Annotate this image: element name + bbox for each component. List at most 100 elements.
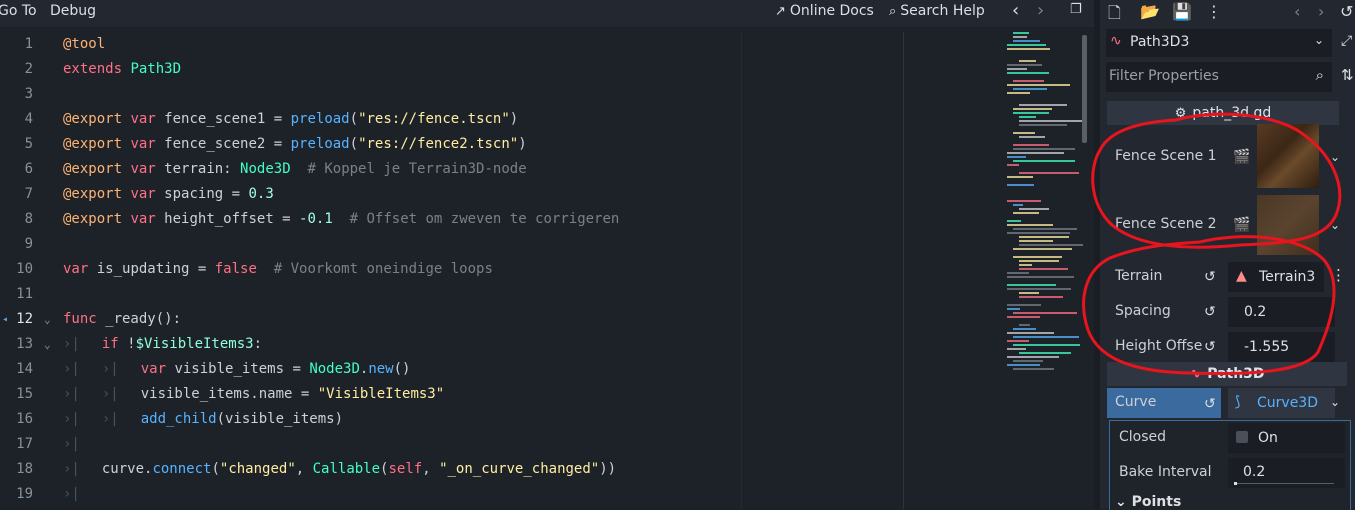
sort-icon[interactable]: ⇅ [1341, 66, 1354, 84]
spacing-input[interactable]: 0.2 [1228, 297, 1335, 327]
line-number[interactable]: 6 [0, 157, 33, 182]
line-number[interactable]: 15 [0, 382, 33, 407]
code-line[interactable]: 17 ›| [0, 432, 1005, 457]
open-folder-icon[interactable]: 📂 [1140, 2, 1160, 21]
code-line[interactable]: 11 [0, 282, 1005, 307]
curve-resource-field[interactable]: ⟆ Curve3D [1228, 388, 1335, 418]
save-icon[interactable]: 💾 [1172, 2, 1192, 21]
bake-slider-grabber[interactable] [1234, 482, 1237, 485]
code-line[interactable]: 2 extends Path3D [0, 57, 1005, 82]
code-line[interactable]: 6 @export var terrain: Node3D # Koppel je… [0, 157, 1005, 182]
editor-scrollbar[interactable] [1082, 35, 1087, 143]
line-number[interactable]: 9 [0, 232, 33, 257]
next-script-button[interactable]: › [1037, 0, 1044, 21]
line-number[interactable]: 17 [0, 432, 33, 457]
line-number[interactable]: 10 [0, 257, 33, 282]
minimap-line [1013, 212, 1039, 214]
spacing-reset-icon[interactable]: ↺ [1204, 304, 1216, 320]
code-line[interactable]: 8 @export var height_offset = -0.1 # Offs… [0, 207, 1005, 232]
curve-dropdown-icon[interactable]: ⌄ [1330, 395, 1340, 409]
code-line[interactable]: 12 ◂ ⌄ func _ready(): [0, 307, 1005, 332]
fence-scene-2-dropdown-icon[interactable]: ⌄ [1330, 218, 1340, 232]
code-area[interactable]: 1 @tool 2 extends Path3D 3 4 @export var fence… [0, 32, 1005, 509]
code-token: ( [211, 461, 220, 477]
height-offset-reset-icon[interactable]: ↺ [1204, 339, 1216, 355]
line-number[interactable]: 14 [0, 357, 33, 382]
code-line[interactable]: 16 ›| ›| add_child(visible_items) [0, 407, 1005, 432]
terrain-node-icon: ▲ [1236, 268, 1247, 284]
code-text: @export var fence_scene2 = preload("res:… [63, 132, 527, 157]
height-offset-input[interactable]: -1.555 [1228, 332, 1335, 362]
fold-arrow-icon[interactable]: ⌄ [44, 332, 51, 357]
terrain-more-icon[interactable]: ⋮ [1331, 266, 1346, 284]
history-back-icon[interactable]: ‹ [1294, 2, 1300, 21]
code-line[interactable]: 7 @export var spacing = 0.3 [0, 182, 1005, 207]
line-number[interactable]: 8 [0, 207, 33, 232]
history-forward-icon[interactable]: › [1318, 2, 1324, 21]
line-number[interactable]: 1 [0, 32, 33, 57]
line-number[interactable]: 19 [0, 482, 33, 507]
filter-properties-input[interactable]: Filter Properties ⌕ [1106, 62, 1332, 92]
code-token: connect [152, 461, 212, 477]
signal-connection-icon[interactable]: ◂ [2, 307, 8, 332]
minimap-line [1013, 204, 1023, 206]
online-docs-button[interactable]: ↗ Online Docs [775, 3, 874, 19]
line-number[interactable]: 16 [0, 407, 33, 432]
code-line[interactable]: 9 [0, 232, 1005, 257]
line-number[interactable]: 13 [0, 332, 33, 357]
code-token: false [214, 261, 257, 277]
code-line[interactable]: 18 ›| curve.connect("changed", Callable(s… [0, 457, 1005, 482]
code-line[interactable]: 5 @export var fence_scene2 = preload("res… [0, 132, 1005, 157]
line-number[interactable]: 5 [0, 132, 33, 157]
expand-icon[interactable]: ⤢ [1341, 33, 1352, 49]
code-minimap[interactable] [1005, 32, 1087, 372]
line-number[interactable]: 4 [0, 107, 33, 132]
points-section[interactable]: ⌄ Points [1115, 494, 1181, 510]
line-number[interactable]: 7 [0, 182, 33, 207]
node-selector[interactable]: ∿ Path3D3 ⌄ [1106, 29, 1332, 57]
terrain-node-field[interactable]: ▲ Terrain3 [1228, 262, 1324, 292]
code-line[interactable]: 15 ›| ›| visible_items.name = "VisibleIte… [0, 382, 1005, 407]
menu-goto[interactable]: Go To [0, 3, 37, 19]
line-number[interactable]: 2 [0, 57, 33, 82]
code-line[interactable]: 1 @tool [0, 32, 1005, 57]
more-options-icon[interactable]: ⋮ [1206, 2, 1222, 21]
code-line[interactable]: 4 @export var fence_scene1 = preload("res… [0, 107, 1005, 132]
code-token: # Koppel je Terrain3D-node [290, 161, 527, 177]
code-line[interactable]: 13 ⌄ ›| if !$VisibleItems3: [0, 332, 1005, 357]
code-token: @export [63, 186, 123, 202]
fold-arrow-icon[interactable]: ⌄ [44, 307, 51, 332]
bake-slider-track[interactable] [1234, 483, 1334, 484]
line-number[interactable]: 18 [0, 457, 33, 482]
code-token: , [295, 461, 313, 477]
menu-debug[interactable]: Debug [50, 3, 96, 19]
fence-scene-1-dropdown-icon[interactable]: ⌄ [1330, 150, 1340, 164]
line-number[interactable]: 11 [0, 282, 33, 307]
new-resource-icon[interactable]: 🗋 [1108, 2, 1121, 29]
code-token: () [393, 361, 411, 377]
minimap-line [1007, 276, 1074, 278]
code-line[interactable]: 3 [0, 82, 1005, 107]
code-line[interactable]: 10 var is_updating = false # Voorkomt one… [0, 257, 1005, 282]
code-line[interactable]: 14 ›| ›| var visible_items = Node3D.new() [0, 357, 1005, 382]
toggle-panel-button[interactable]: ❐ [1070, 2, 1082, 17]
prop-closed-label: Closed [1119, 429, 1167, 445]
path3d-section-header[interactable]: ∿ Path3D [1107, 362, 1347, 386]
minimap-line [1007, 304, 1041, 306]
closed-checkbox[interactable]: On [1228, 423, 1345, 453]
fence-scene-2-thumbnail[interactable] [1257, 195, 1319, 255]
minimap-line [1019, 268, 1068, 270]
terrain-reset-icon[interactable]: ↺ [1204, 269, 1216, 285]
line-number[interactable]: 3 [0, 82, 33, 107]
script-section-header[interactable]: ⚙ path_3d.gd [1107, 101, 1339, 125]
fence-scene-1-thumbnail[interactable] [1257, 124, 1319, 188]
history-icon[interactable]: ↺ [1340, 2, 1353, 21]
bake-interval-input[interactable]: 0.2 [1228, 458, 1345, 488]
tab-indent-icon: ›| [63, 411, 80, 427]
prev-script-button[interactable]: ‹ [1012, 0, 1019, 21]
curve-reset-icon[interactable]: ↺ [1204, 396, 1216, 412]
search-help-button[interactable]: ⌕ Search Help [889, 3, 985, 19]
code-line[interactable]: 19 ›| [0, 482, 1005, 507]
